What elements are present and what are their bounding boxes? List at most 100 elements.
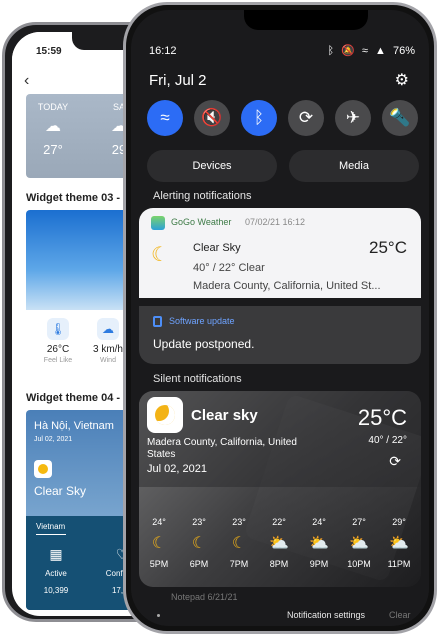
- alerting-label: Alerting notifications: [153, 190, 252, 202]
- refresh-icon[interactable]: ⟳: [389, 453, 401, 470]
- stat-value: 10,399: [43, 586, 69, 595]
- cloud-icon: ☁: [45, 118, 61, 135]
- hour-time: 9PM: [309, 559, 329, 569]
- silent-date: Jul 02, 2021: [147, 463, 207, 475]
- bluetooth-toggle[interactable]: ᛒ: [241, 100, 277, 136]
- flashlight-icon: 🔦: [389, 108, 411, 127]
- silent-title: Clear sky: [191, 407, 258, 424]
- front-phone-screen: 16:12 ᛒ 🔕 ≈ ▲ 76% Fri, Jul 2 ⚙ ≈ 🔇 ᛒ ⟳ ✈…: [131, 10, 429, 626]
- mute-icon: 🔇: [201, 108, 223, 127]
- notification-settings-button[interactable]: Notification settings: [287, 610, 365, 620]
- active-stat: ▦ Active 10,399: [26, 546, 86, 595]
- silent-location: Madera County, California, United States: [147, 437, 297, 460]
- partly-cloudy-icon: ⛅: [309, 535, 329, 552]
- hour-temp: 22°: [272, 517, 286, 527]
- tab-vietnam[interactable]: Vietnam: [36, 522, 67, 535]
- promo-stage: 15:59 ‹ TODAY ☁ 27° SA ☁ 29 Widget theme…: [0, 0, 440, 635]
- weather-silent-notification[interactable]: Clear sky Madera County, California, Uni…: [139, 391, 421, 587]
- gear-icon[interactable]: ⚙: [395, 70, 409, 90]
- gogo-weather-logo-icon: [151, 216, 165, 230]
- panel-date: Fri, Jul 2: [149, 72, 207, 89]
- hour-time: 10PM: [347, 559, 371, 569]
- hourly-forecast: 23° ☾ 7PM: [223, 517, 255, 569]
- signal-icon: ▲: [375, 45, 386, 57]
- widget-city: Hà Nội, Vietnam: [34, 420, 114, 432]
- hour-temp: 27°: [352, 517, 366, 527]
- hour-time: 6PM: [189, 559, 209, 569]
- widget-condition: Clear Sky: [34, 484, 87, 498]
- flashlight-toggle[interactable]: 🔦: [382, 100, 418, 136]
- hourly-forecast: 23° ☾ 6PM: [183, 517, 215, 569]
- sun-icon: [34, 460, 52, 478]
- forecast-day-label: TODAY: [37, 102, 69, 112]
- sound-toggle[interactable]: 🔇: [194, 100, 230, 136]
- hour-temp: 29°: [392, 517, 406, 527]
- rotate-toggle[interactable]: ⟳: [288, 100, 324, 136]
- software-update-notification[interactable]: Software update Update postponed.: [139, 306, 421, 364]
- silent-range: 40° / 22°: [368, 435, 407, 446]
- notification-subtitle: 40° / 22° Clear: [193, 262, 265, 274]
- devices-button[interactable]: Devices: [147, 150, 277, 182]
- battery-level: 76%: [392, 45, 415, 57]
- airplane-icon: ✈: [345, 108, 361, 127]
- moon-icon: ☾: [231, 535, 247, 552]
- moon-icon: ☾: [191, 535, 207, 552]
- partly-cloudy-icon: ⛅: [349, 535, 369, 552]
- hour-temp: 23°: [232, 517, 246, 527]
- hourly-forecast: 24° ⛅ 9PM: [303, 517, 335, 569]
- notification-text: Update postponed.: [153, 337, 255, 351]
- stat-label: Active: [45, 569, 67, 578]
- front-phone: 16:12 ᛒ 🔕 ≈ ▲ 76% Fri, Jul 2 ⚙ ≈ 🔇 ᛒ ⟳ ✈…: [123, 2, 437, 634]
- hospital-icon: ▦: [49, 546, 63, 562]
- hour-temp: 23°: [192, 517, 206, 527]
- hour-time: 11PM: [387, 559, 411, 569]
- media-button[interactable]: Media: [289, 150, 419, 182]
- hour-time: 5PM: [149, 559, 169, 569]
- status-time: 16:12: [149, 45, 177, 57]
- wifi-icon: ≈: [160, 108, 170, 127]
- notification-temp: 25°C: [369, 238, 407, 257]
- page-indicator-dot: [157, 614, 160, 617]
- hourly-forecast: 24° ☾ 5PM: [143, 517, 175, 569]
- forecast-temp: 27°: [43, 142, 63, 157]
- widget-theme-04-label: Widget theme 04 - Co: [26, 392, 138, 404]
- thermometer-icon: 🌡: [47, 318, 69, 340]
- notification-location: Madera County, California, United St...: [193, 280, 381, 292]
- front-notch: [244, 10, 368, 30]
- hour-time: 7PM: [229, 559, 249, 569]
- lock-rotation-icon: ⟳: [298, 108, 314, 127]
- hourly-forecast: 29° ⛅ 11PM: [383, 517, 415, 569]
- wifi-toggle[interactable]: ≈: [147, 100, 183, 136]
- moon-icon: [147, 397, 183, 433]
- status-icons: ᛒ 🔕 ≈ ▲ 76%: [323, 44, 415, 57]
- moon-icon: ☾: [151, 244, 169, 266]
- quick-settings: ≈ 🔇 ᛒ ⟳ ✈ 🔦: [147, 100, 419, 140]
- bluetooth-icon: ᛒ: [327, 45, 335, 57]
- phone-update-icon: [153, 316, 162, 327]
- notification-app-name: Software update: [169, 316, 235, 326]
- forecast-day: TODAY ☁ 27°: [30, 102, 76, 157]
- hourly-forecast: 27° ⛅ 10PM: [343, 517, 375, 569]
- notification-footer: Notepad 6/21/21 Notification settings Cl…: [131, 588, 429, 626]
- partly-cloudy-icon: ⛅: [389, 535, 409, 552]
- moon-icon: ☾: [151, 535, 167, 552]
- notification-title: Clear Sky: [193, 242, 241, 254]
- back-arrow-icon[interactable]: ‹: [24, 72, 29, 90]
- hour-time: 8PM: [269, 559, 289, 569]
- airplane-toggle[interactable]: ✈: [335, 100, 371, 136]
- clear-button[interactable]: Clear: [389, 610, 411, 620]
- notification-time: 07/02/21 16:12: [245, 217, 306, 227]
- partly-cloudy-icon: ⛅: [269, 535, 289, 552]
- hour-temp: 24°: [152, 517, 166, 527]
- wifi-icon: ≈: [361, 45, 368, 57]
- silent-label: Silent notifications: [153, 373, 242, 385]
- widget-theme-03-label: Widget theme 03 - Cl: [26, 192, 135, 204]
- silent-temp: 25°C: [357, 405, 407, 430]
- hour-temp: 24°: [312, 517, 326, 527]
- bluetooth-icon: ᛒ: [253, 108, 265, 127]
- hourly-forecast: 22° ⛅ 8PM: [263, 517, 295, 569]
- gogo-weather-notification[interactable]: GoGo Weather 07/02/21 16:12 ☾ Clear Sky …: [139, 208, 421, 298]
- notepad-ghost-notification: Notepad 6/21/21: [171, 592, 238, 602]
- notification-app-name: GoGo Weather: [171, 217, 232, 227]
- wind-icon: ☁: [97, 318, 119, 340]
